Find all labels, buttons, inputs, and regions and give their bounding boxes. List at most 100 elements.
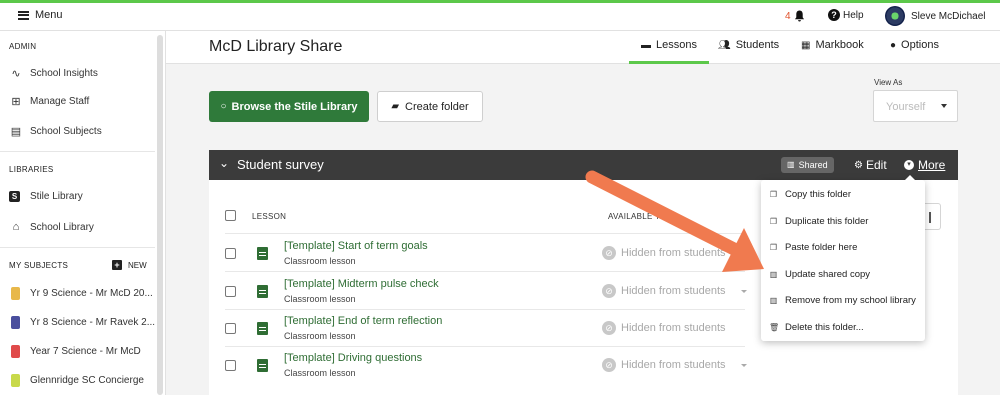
visibility-select[interactable]: ⊘ Hidden from students: [602, 321, 726, 335]
chevron-down-icon[interactable]: ⌄: [219, 156, 229, 170]
sidebar-subject-item[interactable]: Yr 9 Science - Mr McD 20...: [9, 287, 153, 300]
sidebar-subject-item[interactable]: Glennridge SC Concierge: [9, 374, 144, 387]
new-subject-button[interactable]: + NEW: [112, 260, 147, 270]
menu-button[interactable]: Menu: [18, 9, 63, 21]
menu-item-paste-folder[interactable]: ❐ Paste folder here: [769, 242, 857, 253]
subject-color-swatch: [11, 287, 20, 300]
divider: [0, 151, 155, 152]
page-header: McD Library Share ▬ Lessons 👥︎ Students …: [166, 31, 1000, 64]
tab-options[interactable]: ● Options: [890, 39, 939, 51]
menu-item-label: Remove from my school library: [785, 295, 916, 306]
lesson-title-link[interactable]: [Template] Start of term goals: [284, 240, 428, 252]
sidebar-item-school-library[interactable]: ⌂ School Library: [9, 221, 94, 233]
notifications-button[interactable]: 4: [785, 10, 805, 22]
row-checkbox[interactable]: [225, 323, 236, 334]
more-dropdown-menu: ❐ Copy this folder ❐ Duplicate this fold…: [761, 175, 925, 341]
help-label: Help: [843, 9, 864, 21]
pulse-icon: ∿: [11, 68, 21, 80]
lesson-type: Classroom lesson: [284, 368, 356, 378]
search-icon: ○: [220, 101, 227, 112]
divider: [225, 233, 745, 234]
shared-label: Shared: [798, 160, 828, 170]
row-checkbox[interactable]: [225, 248, 236, 259]
view-as-select[interactable]: Yourself: [873, 90, 958, 122]
people-icon: 👥︎: [718, 39, 731, 51]
more-button[interactable]: ▾ More: [904, 158, 945, 172]
staff-icon: ⊞: [11, 96, 21, 108]
lesson-type: Classroom lesson: [284, 256, 356, 266]
tab-label: Lessons: [656, 39, 697, 51]
help-button[interactable]: ? Help: [828, 9, 864, 21]
sidebar-subject-item[interactable]: Yr 8 Science - Mr Ravek 2...: [9, 316, 155, 329]
plus-icon: +: [112, 260, 122, 270]
tab-markbook[interactable]: ▦ Markbook: [801, 39, 864, 51]
divider: [225, 346, 745, 347]
menu-item-duplicate-folder[interactable]: ❐ Duplicate this folder: [769, 216, 869, 227]
browse-label: Browse the Stile Library: [231, 100, 358, 113]
menu-item-update-shared-copy[interactable]: ▥ Update shared copy: [769, 269, 870, 280]
tab-students[interactable]: 👥︎ Students: [718, 39, 779, 51]
eye-slash-icon: ⊘: [602, 358, 616, 372]
menu-item-label: Paste folder here: [785, 242, 858, 253]
visibility-label: Hidden from students: [621, 285, 726, 297]
eye-slash-icon: ⊘: [602, 246, 616, 260]
create-folder-button[interactable]: ▰ Create folder: [377, 91, 483, 122]
shared-badge: ▥ Shared: [781, 157, 834, 173]
trash-icon: 🗑︎: [769, 323, 780, 332]
divider: [0, 247, 155, 248]
lesson-title-link[interactable]: [Template] End of term reflection: [284, 315, 442, 327]
folder-header[interactable]: ⌄ Student survey ▥ Shared ⚙ Edit ▾ More: [209, 150, 958, 180]
user-name: Sleve McDichael: [911, 10, 986, 22]
divider: [225, 271, 745, 272]
library-icon: ▥: [769, 270, 778, 279]
menu-item-copy-folder[interactable]: ❐ Copy this folder: [769, 189, 851, 200]
lesson-doc-icon: [257, 322, 268, 335]
sidebar-heading-my-subjects: MY SUBJECTS: [9, 261, 69, 270]
sidebar-item-school-insights[interactable]: ∿ School Insights: [9, 67, 97, 80]
lesson-type: Classroom lesson: [284, 294, 356, 304]
edit-folder-button[interactable]: ⚙ Edit: [854, 158, 887, 172]
menu-label: Menu: [35, 9, 63, 21]
subject-color-swatch: [11, 345, 20, 358]
hamburger-icon: [18, 10, 29, 20]
browse-library-button[interactable]: ○ Browse the Stile Library: [209, 91, 369, 122]
tab-lessons[interactable]: ▬ Lessons: [641, 39, 697, 51]
edit-label: Edit: [865, 158, 887, 172]
sidebar-item-manage-staff[interactable]: ⊞ Manage Staff: [9, 95, 89, 108]
gear-icon: ⚙: [854, 159, 863, 171]
menu-item-label: Update shared copy: [785, 269, 871, 280]
column-header-available: AVAILABLE T: [608, 212, 661, 221]
user-menu[interactable]: Sleve McDichael: [885, 6, 985, 26]
row-checkbox[interactable]: [225, 286, 236, 297]
row-checkbox[interactable]: [225, 360, 236, 371]
visibility-label: Hidden from students: [621, 359, 726, 371]
sidebar-subject-item[interactable]: Year 7 Science - Mr McD: [9, 345, 141, 358]
folder-open-icon: ▰: [391, 101, 400, 112]
select-all-checkbox[interactable]: [225, 210, 236, 221]
visibility-select[interactable]: ⊘ Hidden from students: [602, 358, 726, 372]
column-header-lesson: LESSON: [252, 212, 287, 221]
tab-label: Students: [735, 39, 780, 51]
subject-color-swatch: [11, 374, 20, 387]
sidebar-scrollbar[interactable]: [157, 35, 163, 395]
sidebar-item-label: School Subjects: [30, 126, 102, 137]
sidebar-item-school-subjects[interactable]: ▤ School Subjects: [9, 125, 102, 138]
divider: [225, 309, 745, 310]
subject-label: Yr 8 Science - Mr Ravek 2...: [30, 317, 156, 328]
page-title: McD Library Share: [209, 38, 343, 55]
menu-item-remove-from-library[interactable]: ▥ Remove from my school library: [769, 295, 916, 306]
menu-item-label: Delete this folder...: [785, 322, 864, 333]
sidebar-item-label: Manage Staff: [30, 96, 90, 107]
sidebar-heading-admin: ADMIN: [9, 42, 37, 51]
lesson-title-link[interactable]: [Template] Midterm pulse check: [284, 278, 439, 290]
sidebar-item-stile-library[interactable]: S Stile Library: [9, 191, 83, 202]
visibility-select[interactable]: ⊘ Hidden from students: [602, 246, 726, 260]
menu-item-delete-folder[interactable]: 🗑︎ Delete this folder...: [769, 322, 864, 333]
lesson-title-link[interactable]: [Template] Driving questions: [284, 352, 422, 364]
lesson-type: Classroom lesson: [284, 331, 356, 341]
visibility-select[interactable]: ⊘ Hidden from students: [602, 284, 726, 298]
library-remove-icon: ▥: [769, 296, 778, 305]
menu-item-label: Copy this folder: [785, 189, 852, 200]
more-label: More: [918, 158, 946, 172]
visibility-label: Hidden from students: [621, 322, 726, 334]
